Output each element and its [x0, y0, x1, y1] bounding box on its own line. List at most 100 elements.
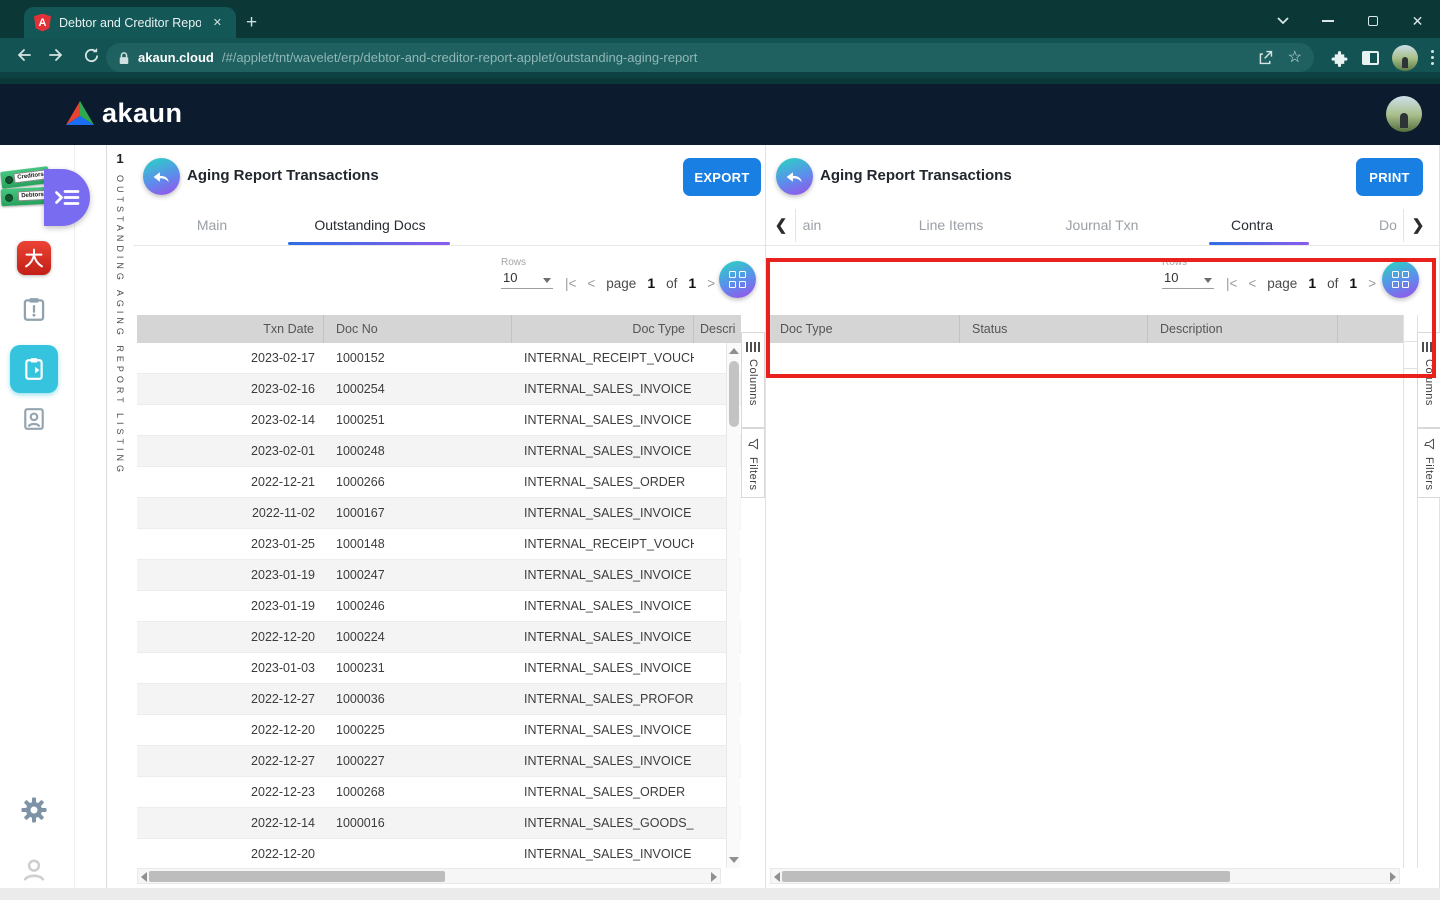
scroll-left-icon[interactable]: [774, 872, 780, 882]
clipboard-icon: [10, 345, 58, 393]
share-icon[interactable]: [1257, 49, 1274, 66]
table-row[interactable]: 2022-12-20 1000224 INTERNAL_SALES_INVOIC…: [137, 622, 741, 653]
sidebar-item-da-app[interactable]: [17, 241, 51, 275]
tab-contra[interactable]: Contra: [1196, 205, 1308, 245]
filters-tool[interactable]: Filters: [1417, 428, 1440, 498]
table-row[interactable]: 2022-12-23 1000268 INTERNAL_SALES_ORDER: [137, 777, 741, 808]
tab-docs-clipped[interactable]: Do: [1374, 205, 1402, 245]
rows-per-page-select[interactable]: Rows 10: [501, 257, 557, 289]
bookmark-star-icon[interactable]: ☆: [1288, 50, 1302, 66]
col-txn-date[interactable]: Txn Date: [137, 315, 324, 343]
tab-main-clipped[interactable]: ain: [797, 205, 827, 245]
scroll-left-icon[interactable]: [141, 872, 147, 882]
table-row[interactable]: 2023-02-16 1000254 INTERNAL_SALES_INVOIC…: [137, 374, 741, 405]
table-row[interactable]: 2023-02-14 1000251 INTERNAL_SALES_INVOIC…: [137, 405, 741, 436]
table-row[interactable]: 2023-02-01 1000248 INTERNAL_SALES_INVOIC…: [137, 436, 741, 467]
reload-icon[interactable]: [74, 38, 108, 72]
next-page-button[interactable]: >: [707, 276, 715, 291]
col-status[interactable]: Status: [960, 315, 1148, 343]
table-row[interactable]: 2022-12-20 INTERNAL_SALES_INVOICE: [137, 839, 741, 868]
cell-doc-no: 1000231: [324, 661, 512, 675]
horizontal-scroll-thumb[interactable]: [149, 871, 445, 882]
user-avatar[interactable]: [1386, 96, 1422, 132]
browser-profile-avatar[interactable]: [1392, 45, 1418, 71]
tabs-scroll-right-icon[interactable]: ❯: [1405, 205, 1431, 245]
tab-search-icon[interactable]: [1260, 10, 1305, 32]
minimize-icon[interactable]: [1305, 10, 1350, 32]
cell-doc-no: 1000036: [324, 692, 512, 706]
browser-tab[interactable]: A Debtor and Creditor Report ✕: [24, 7, 236, 38]
vertical-scroll-thumb[interactable]: [729, 361, 739, 427]
tab-close-icon[interactable]: ✕: [209, 14, 226, 31]
browser-menu-icon[interactable]: [1431, 50, 1434, 65]
sidebar-item-profile[interactable]: [21, 857, 47, 883]
tab-main[interactable]: Main: [171, 205, 253, 245]
side-panel-icon[interactable]: [1362, 51, 1379, 65]
prev-page-button[interactable]: <: [1248, 276, 1256, 291]
table-row[interactable]: 2023-01-19 1000247 INTERNAL_SALES_INVOIC…: [137, 560, 741, 591]
export-button[interactable]: EXPORT: [683, 158, 761, 196]
vertical-scrollbar-track[interactable]: [1403, 315, 1418, 868]
sidebar-item-settings[interactable]: [21, 797, 47, 823]
maximize-icon[interactable]: [1350, 10, 1395, 32]
cell-txn-date: 2023-02-01: [137, 444, 324, 458]
vertical-scrollbar[interactable]: [726, 343, 740, 868]
back-button[interactable]: [776, 158, 813, 195]
table-row[interactable]: 2022-12-21 1000266 INTERNAL_SALES_ORDER: [137, 467, 741, 498]
sidebar-item-aging-report-active[interactable]: [10, 345, 58, 393]
page-word: page: [1267, 276, 1297, 291]
col-doc-no[interactable]: Doc No: [324, 315, 512, 343]
col-description[interactable]: Descri: [694, 315, 741, 343]
table-row[interactable]: 2023-01-19 1000246 INTERNAL_SALES_INVOIC…: [137, 591, 741, 622]
tabs-scroll-left-icon[interactable]: ❮: [768, 205, 794, 245]
back-icon[interactable]: [6, 38, 40, 72]
rows-per-page-select[interactable]: Rows 10: [1162, 257, 1218, 289]
first-page-button[interactable]: |<: [1226, 276, 1237, 291]
columns-tool[interactable]: Columns: [741, 332, 765, 428]
scroll-right-icon[interactable]: [1390, 872, 1396, 882]
table-row[interactable]: 2022-12-27 1000227 INTERNAL_SALES_INVOIC…: [137, 746, 741, 777]
prev-page-button[interactable]: <: [587, 276, 595, 291]
col-doc-type[interactable]: Doc Type: [512, 315, 694, 343]
table-row[interactable]: 2022-12-14 1000016 INTERNAL_SALES_GOODS_…: [137, 808, 741, 839]
columns-tool[interactable]: Columns: [1417, 332, 1440, 428]
extensions-puzzle-icon[interactable]: [1330, 48, 1349, 67]
next-page-button[interactable]: >: [1368, 276, 1376, 291]
scroll-down-icon[interactable]: [729, 857, 739, 863]
col-doc-type[interactable]: Doc Type: [770, 315, 960, 343]
table-row[interactable]: 2022-12-20 1000225 INTERNAL_SALES_INVOIC…: [137, 715, 741, 746]
clipboard-alert-icon: [23, 297, 46, 322]
table-row[interactable]: 2022-11-02 1000167 INTERNAL_SALES_INVOIC…: [137, 498, 741, 529]
tab-outstanding-docs[interactable]: Outstanding Docs: [281, 205, 459, 245]
scroll-up-icon[interactable]: [729, 348, 739, 354]
first-page-button[interactable]: |<: [565, 276, 576, 291]
page-word: page: [606, 276, 636, 291]
close-icon[interactable]: ✕: [1395, 10, 1440, 32]
sidebar-item-report-alert[interactable]: [23, 297, 46, 322]
sidebar-item-contacts[interactable]: [23, 407, 45, 431]
akaun-logo[interactable]: akaun: [64, 98, 183, 129]
of-word: of: [1327, 276, 1338, 291]
tab-journal-txn[interactable]: Journal Txn: [1036, 205, 1168, 245]
horizontal-scrollbar[interactable]: [137, 868, 721, 884]
menu-open-button[interactable]: [44, 169, 90, 226]
tab-line-items[interactable]: Line Items: [886, 205, 1016, 245]
print-button[interactable]: PRINT: [1356, 158, 1423, 196]
cell-txn-date: 2023-02-14: [137, 413, 324, 427]
new-tab-button[interactable]: +: [246, 12, 257, 34]
table-row[interactable]: 2022-12-27 1000036 INTERNAL_SALES_PROFOR…: [137, 684, 741, 715]
url-bar[interactable]: akaun.cloud /#/applet/tnt/wavelet/erp/de…: [106, 43, 1314, 72]
horizontal-scrollbar[interactable]: [770, 868, 1400, 884]
cell-txn-date: 2023-02-16: [137, 382, 324, 396]
grid-view-button[interactable]: [1382, 261, 1419, 298]
grid-view-button[interactable]: [719, 261, 756, 298]
table-row[interactable]: 2023-01-25 1000148 INTERNAL_RECEIPT_VOUC…: [137, 529, 741, 560]
scroll-right-icon[interactable]: [711, 872, 717, 882]
forward-icon[interactable]: [40, 38, 74, 72]
col-description[interactable]: Description: [1148, 315, 1338, 343]
table-row[interactable]: 2023-02-17 1000152 INTERNAL_RECEIPT_VOUC…: [137, 343, 741, 374]
back-button[interactable]: [143, 158, 180, 195]
table-row[interactable]: 2023-01-03 1000231 INTERNAL_SALES_INVOIC…: [137, 653, 741, 684]
filters-tool[interactable]: Filters: [741, 428, 765, 498]
horizontal-scroll-thumb[interactable]: [782, 871, 1230, 882]
